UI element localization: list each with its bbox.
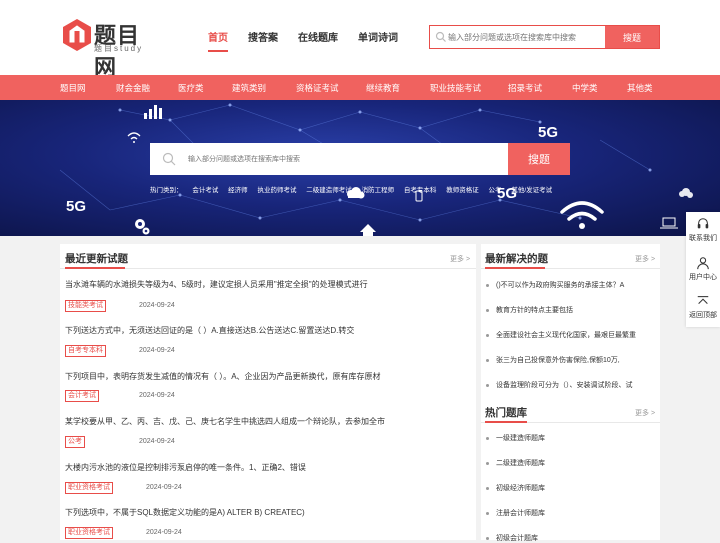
question-date: 2024-09-24 <box>139 302 175 309</box>
title-underline <box>485 267 545 269</box>
nav-words-poems[interactable]: 单词诗词 <box>358 29 398 44</box>
question-tag[interactable]: 职业资格考试 <box>65 482 113 494</box>
question-date: 2024-09-24 <box>146 484 182 491</box>
category-construction[interactable]: 建筑类别 <box>232 82 266 94</box>
hot-banks-title: 热门题库 <box>485 407 527 419</box>
hot-bank-item[interactable]: 注册会计师题库 <box>486 508 545 518</box>
category-medical[interactable]: 医疗类 <box>178 82 204 94</box>
site-header: 题目网 题目study 首页 搜答案 在线题库 单词诗词 搜题 <box>0 0 720 80</box>
user-icon <box>697 257 709 270</box>
user-center-button[interactable]: 用户中心 <box>686 256 720 282</box>
header-search-button[interactable]: 搜题 <box>605 26 659 48</box>
hot-categories-label: 热门类别： <box>150 187 183 194</box>
latest-more-link[interactable]: 更多 > <box>450 254 470 264</box>
user-center-label: 用户中心 <box>689 274 717 281</box>
hot-link[interactable]: 会计考试 <box>192 187 218 194</box>
category-vocational[interactable]: 职业技能考试 <box>430 82 481 94</box>
back-to-top-label: 返回顶部 <box>689 312 717 319</box>
main-nav: 首页 搜答案 在线题库 单词诗词 <box>208 29 418 52</box>
question-date: 2024-09-24 <box>139 347 175 354</box>
question-title[interactable]: 下列项目中，表明存货发生减值的情况有（ ）。A、企业因为产品更新换代，原有库存原… <box>65 371 381 382</box>
solved-more-link[interactable]: 更多 > <box>635 254 655 264</box>
hot-link[interactable]: 执业药师考试 <box>257 187 296 194</box>
search-icon <box>435 31 446 42</box>
question-tag[interactable]: 职业资格考试 <box>65 527 113 539</box>
headset-icon <box>697 218 709 229</box>
hero-search-button[interactable]: 搜题 <box>508 143 570 175</box>
logo[interactable]: 题目网 题目study <box>62 18 162 80</box>
hot-link[interactable]: 二级建造师考试 <box>306 187 352 194</box>
solved-item[interactable]: 全面建设社会主义现代化国家，最艰巨最繁重 <box>486 330 636 340</box>
hero-search-input[interactable] <box>188 143 498 175</box>
category-bar: 题目网 财会金融 医疗类 建筑类别 资格证考试 继续教育 职业技能考试 招录考试… <box>0 75 720 100</box>
hot-banks-more-link[interactable]: 更多 > <box>635 408 655 418</box>
question-date: 2024-09-24 <box>146 529 182 536</box>
solved-item[interactable]: 张三为自己投保意外伤害保险,保额10万, <box>486 355 620 365</box>
hot-bank-item[interactable]: 初级会计题库 <box>486 533 538 543</box>
hot-link[interactable]: 教师资格证 <box>446 187 479 194</box>
hot-bank-item[interactable]: 二级建造师题库 <box>486 458 545 468</box>
question-tag[interactable]: 技能类考试 <box>65 300 106 312</box>
contact-us-label: 联系我们 <box>689 235 717 242</box>
question-title[interactable]: 当水滩车辆的水滩损失等级为4、5级时，建议定损人员采用"推定全损"的处理模式进行 <box>65 279 368 290</box>
question-tag[interactable]: 会计考试 <box>65 390 99 402</box>
badge-5g: 5G <box>66 198 87 215</box>
logo-subtitle: 题目study <box>94 44 144 53</box>
hero-banner: 5G 5G 5G 搜题 热门类别： 会计考试 经济师 执业药师考试 二级建造师考… <box>0 100 720 236</box>
hot-bank-item[interactable]: 初级经济师题库 <box>486 483 545 493</box>
hot-link[interactable]: 消防工程师 <box>362 187 395 194</box>
header-search-input[interactable] <box>448 26 606 48</box>
category-continuing-edu[interactable]: 继续教育 <box>366 82 400 94</box>
search-icon <box>162 152 176 166</box>
nav-online-bank[interactable]: 在线题库 <box>298 29 338 44</box>
header-search: 搜题 <box>429 25 660 49</box>
nav-search-answers[interactable]: 搜答案 <box>248 29 278 44</box>
category-finance[interactable]: 财会金融 <box>116 82 150 94</box>
latest-title: 最近更新试题 <box>65 253 128 265</box>
sidebar-panel: 最新解决的题 更多 > ()不可以作为政府购买服务的承接主体？A 教育方针的特点… <box>481 244 660 543</box>
solved-title: 最新解决的题 <box>485 253 548 265</box>
question-title[interactable]: 下列选项中，不属于SQL数据定义功能的是A) ALTER B) CREATEC) <box>65 507 305 518</box>
category-recruitment[interactable]: 招录考试 <box>508 82 542 94</box>
solved-item[interactable]: ()不可以作为政府购买服务的承接主体？A <box>486 280 624 290</box>
hot-link[interactable]: 经济师 <box>228 187 248 194</box>
question-tag[interactable]: 公考 <box>65 436 85 448</box>
title-underline <box>485 421 527 423</box>
category-other[interactable]: 其他类 <box>627 82 653 94</box>
title-underline <box>65 267 125 269</box>
solved-item[interactable]: 设备监理阶段可分为（）、安装调试阶段、试 <box>486 380 633 390</box>
latest-questions-panel: 最近更新试题 更多 > 当水滩车辆的水滩损失等级为4、5级时，建议定损人员采用"… <box>60 244 476 540</box>
floating-toolbar: 联系我们 用户中心 返回顶部 <box>686 212 720 327</box>
logo-icon <box>63 19 91 51</box>
question-title[interactable]: 某学校要从甲、乙、丙、吉、戊、己、庚七名学生中挑选四人组成一个辩论队，去参加全市 <box>65 416 385 427</box>
badge-5g: 5G <box>538 124 559 141</box>
question-date: 2024-09-24 <box>139 438 175 445</box>
question-date: 2024-09-24 <box>139 392 175 399</box>
solved-item[interactable]: 教育方针的特点主要包括 <box>486 305 573 315</box>
hero-search: 搜题 <box>150 143 570 175</box>
hot-link[interactable]: 其他/发证考试 <box>511 187 552 194</box>
category-certificate[interactable]: 资格证考试 <box>296 82 339 94</box>
arrow-up-icon <box>697 296 709 304</box>
category-middle-school[interactable]: 中学类 <box>572 82 598 94</box>
hot-categories: 热门类别： 会计考试 经济师 执业药师考试 二级建造师考试 消防工程师 自考专本… <box>150 184 560 194</box>
hot-link[interactable]: 自考专本科 <box>404 187 437 194</box>
nav-home[interactable]: 首页 <box>208 29 228 52</box>
hot-bank-item[interactable]: 一级建造师题库 <box>486 433 545 443</box>
question-title[interactable]: 大楼内污水池的液位是控制排污泵启停的唯一条件。1、正确2、错误 <box>65 462 306 473</box>
hot-link[interactable]: 公考 <box>489 187 502 194</box>
back-to-top-button[interactable]: 返回顶部 <box>686 294 720 320</box>
category-home[interactable]: 题目网 <box>60 82 86 94</box>
question-tag[interactable]: 自考专本科 <box>65 345 106 357</box>
contact-us-button[interactable]: 联系我们 <box>686 217 720 243</box>
question-title[interactable]: 下列送达方式中，无须送达回证的是（ ）A.直接送达B.公告送达C.留置送达D.转… <box>65 325 354 336</box>
